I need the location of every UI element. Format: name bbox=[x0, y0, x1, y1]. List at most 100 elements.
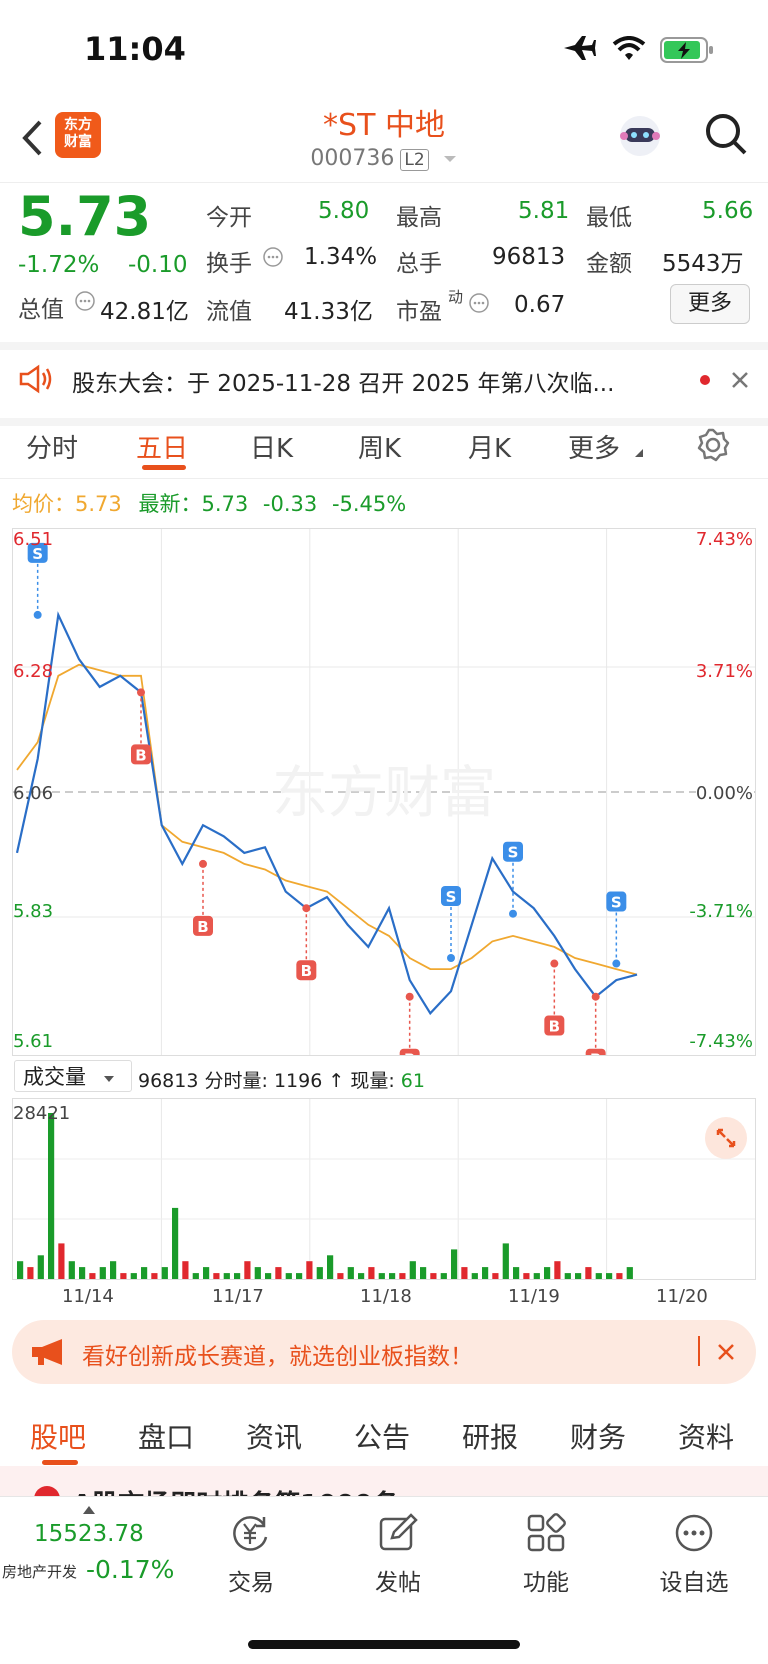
volume-bar bbox=[420, 1267, 427, 1279]
volume-ymax: 28421 bbox=[13, 1103, 71, 1124]
tab-news[interactable]: 资讯 bbox=[246, 1416, 302, 1456]
value-float-value: 41.33亿 bbox=[284, 299, 373, 325]
volume-bar bbox=[89, 1273, 96, 1279]
forum-peek: A股市场即时排名第1000名 bbox=[0, 1466, 768, 1500]
pe-dynamic-sup: 动 bbox=[448, 288, 464, 306]
close-icon[interactable] bbox=[716, 1342, 736, 1362]
info-icon[interactable] bbox=[74, 290, 96, 312]
post-button[interactable]: 发帖 bbox=[362, 1563, 434, 1597]
volume-bar bbox=[203, 1267, 210, 1279]
volume-bar bbox=[306, 1261, 313, 1279]
latest-label: 最新： bbox=[138, 492, 202, 516]
sector-index-name[interactable]: 房地产开发 bbox=[2, 1561, 77, 1582]
promo-banner[interactable]: 看好创新成长赛道，就选创业板指数！ bbox=[12, 1320, 756, 1384]
volume-bar bbox=[182, 1261, 189, 1279]
marker-label: S bbox=[446, 888, 457, 906]
change-pct: -1.72% bbox=[18, 252, 100, 278]
expand-icon bbox=[716, 1128, 736, 1148]
latest-value: 5.73 bbox=[201, 492, 249, 516]
avg-label: 均价： bbox=[12, 492, 75, 516]
value-high: 5.81 bbox=[518, 198, 570, 224]
gear-icon[interactable] bbox=[696, 428, 730, 462]
y-right-tick: 7.43% bbox=[695, 529, 753, 550]
label-float-value: 流值 bbox=[206, 299, 252, 325]
tab-research[interactable]: 研报 bbox=[462, 1416, 518, 1456]
unread-dot bbox=[700, 375, 710, 385]
marker-label: S bbox=[611, 894, 622, 912]
wifi-icon bbox=[612, 36, 646, 60]
volume-bar bbox=[296, 1273, 303, 1279]
add-watchlist-button[interactable]: 设自选 bbox=[648, 1563, 740, 1597]
tab-profile[interactable]: 资料 bbox=[678, 1416, 734, 1456]
volume-bar bbox=[110, 1261, 117, 1279]
marker-dot bbox=[405, 992, 414, 1001]
change-abs: -0.10 bbox=[128, 252, 188, 278]
x-axis-label: 11/19 bbox=[508, 1286, 560, 1307]
sector-index-value[interactable]: 15523.78 bbox=[34, 1521, 144, 1547]
tab-weekly-k[interactable]: 周K bbox=[358, 428, 401, 465]
promo-text: 看好创新成长赛道，就选创业板指数！ bbox=[82, 1344, 473, 1370]
y-right-tick: 0.00% bbox=[695, 783, 753, 804]
volume-chart-svg bbox=[13, 1099, 755, 1279]
volume-bar bbox=[482, 1267, 489, 1279]
volume-bar bbox=[17, 1261, 24, 1279]
latest-change: -0.33 bbox=[262, 492, 318, 516]
volume-bar bbox=[347, 1267, 354, 1279]
sector-index-pct[interactable]: -0.17% bbox=[86, 1555, 174, 1584]
trade-button[interactable]: 交易 bbox=[216, 1563, 286, 1597]
robot-avatar-icon[interactable] bbox=[616, 112, 664, 160]
expand-button[interactable] bbox=[705, 1117, 747, 1159]
marker-dot bbox=[550, 959, 559, 968]
y-right-tick: -3.71% bbox=[689, 901, 753, 922]
tab-intraday[interactable]: 分时 bbox=[26, 428, 78, 465]
volume-bar bbox=[440, 1273, 447, 1279]
status-bar: 11:04 bbox=[0, 0, 768, 100]
value-open: 5.80 bbox=[318, 198, 370, 224]
compose-icon[interactable] bbox=[378, 1513, 418, 1553]
close-icon[interactable] bbox=[730, 370, 750, 390]
label-open: 今开 bbox=[206, 205, 252, 231]
grid-apps-icon[interactable] bbox=[526, 1513, 566, 1553]
volume-bar bbox=[575, 1273, 582, 1279]
y-left-tick: 5.61 bbox=[13, 1031, 54, 1052]
volume-bar bbox=[409, 1261, 416, 1279]
announcement-bar[interactable]: 股东大会：于 2025-11-28 召开 2025 年第八次临... bbox=[0, 342, 768, 426]
tab-financials[interactable]: 财务 bbox=[570, 1416, 626, 1456]
volume-bar bbox=[327, 1255, 334, 1279]
tab-order-book[interactable]: 盘口 bbox=[138, 1416, 194, 1456]
more-quote-button[interactable]: 更多 bbox=[670, 284, 750, 324]
tick-volume-value: 1196 bbox=[273, 1070, 323, 1092]
volume-bar bbox=[554, 1261, 561, 1279]
more-dots-icon[interactable] bbox=[674, 1513, 714, 1553]
tab-announcements[interactable]: 公告 bbox=[354, 1416, 410, 1456]
tab-more[interactable]: 更多 bbox=[568, 428, 620, 465]
marker-label: B bbox=[549, 1018, 560, 1036]
search-icon[interactable] bbox=[704, 112, 748, 158]
label-total-value: 总值 bbox=[18, 297, 64, 323]
y-left-tick: 6.51 bbox=[13, 529, 54, 550]
tab-daily-k[interactable]: 日K bbox=[250, 428, 293, 465]
trade-yen-icon[interactable] bbox=[230, 1513, 272, 1553]
marker-dot bbox=[302, 904, 311, 913]
volume-bar bbox=[564, 1273, 571, 1279]
volume-bar bbox=[585, 1267, 592, 1279]
volume-bar bbox=[595, 1273, 602, 1279]
volume-bar bbox=[358, 1273, 365, 1279]
volume-chart[interactable]: 28421 bbox=[12, 1098, 756, 1280]
functions-button[interactable]: 功能 bbox=[510, 1563, 582, 1597]
price-chart[interactable]: 东方财富SBBBBSSBBS 6.51 6.28 6.06 5.83 5.61 … bbox=[12, 528, 756, 1056]
last-price: 5.73 bbox=[18, 185, 152, 248]
volume-bar bbox=[244, 1261, 251, 1279]
volume-bar bbox=[120, 1273, 127, 1279]
tab-forum[interactable]: 股吧 bbox=[30, 1416, 86, 1456]
volume-bar bbox=[172, 1207, 179, 1279]
volume-bar bbox=[492, 1273, 499, 1279]
tab-monthly-k[interactable]: 月K bbox=[468, 428, 511, 465]
info-icon[interactable] bbox=[468, 292, 490, 314]
y-left-tick: 5.83 bbox=[13, 901, 54, 922]
volume-selector[interactable]: 成交量 bbox=[14, 1060, 132, 1092]
tab-five-day[interactable]: 五日 bbox=[136, 428, 188, 465]
volume-bar bbox=[461, 1267, 468, 1279]
volume-bar bbox=[254, 1267, 261, 1279]
info-icon[interactable] bbox=[262, 246, 284, 268]
